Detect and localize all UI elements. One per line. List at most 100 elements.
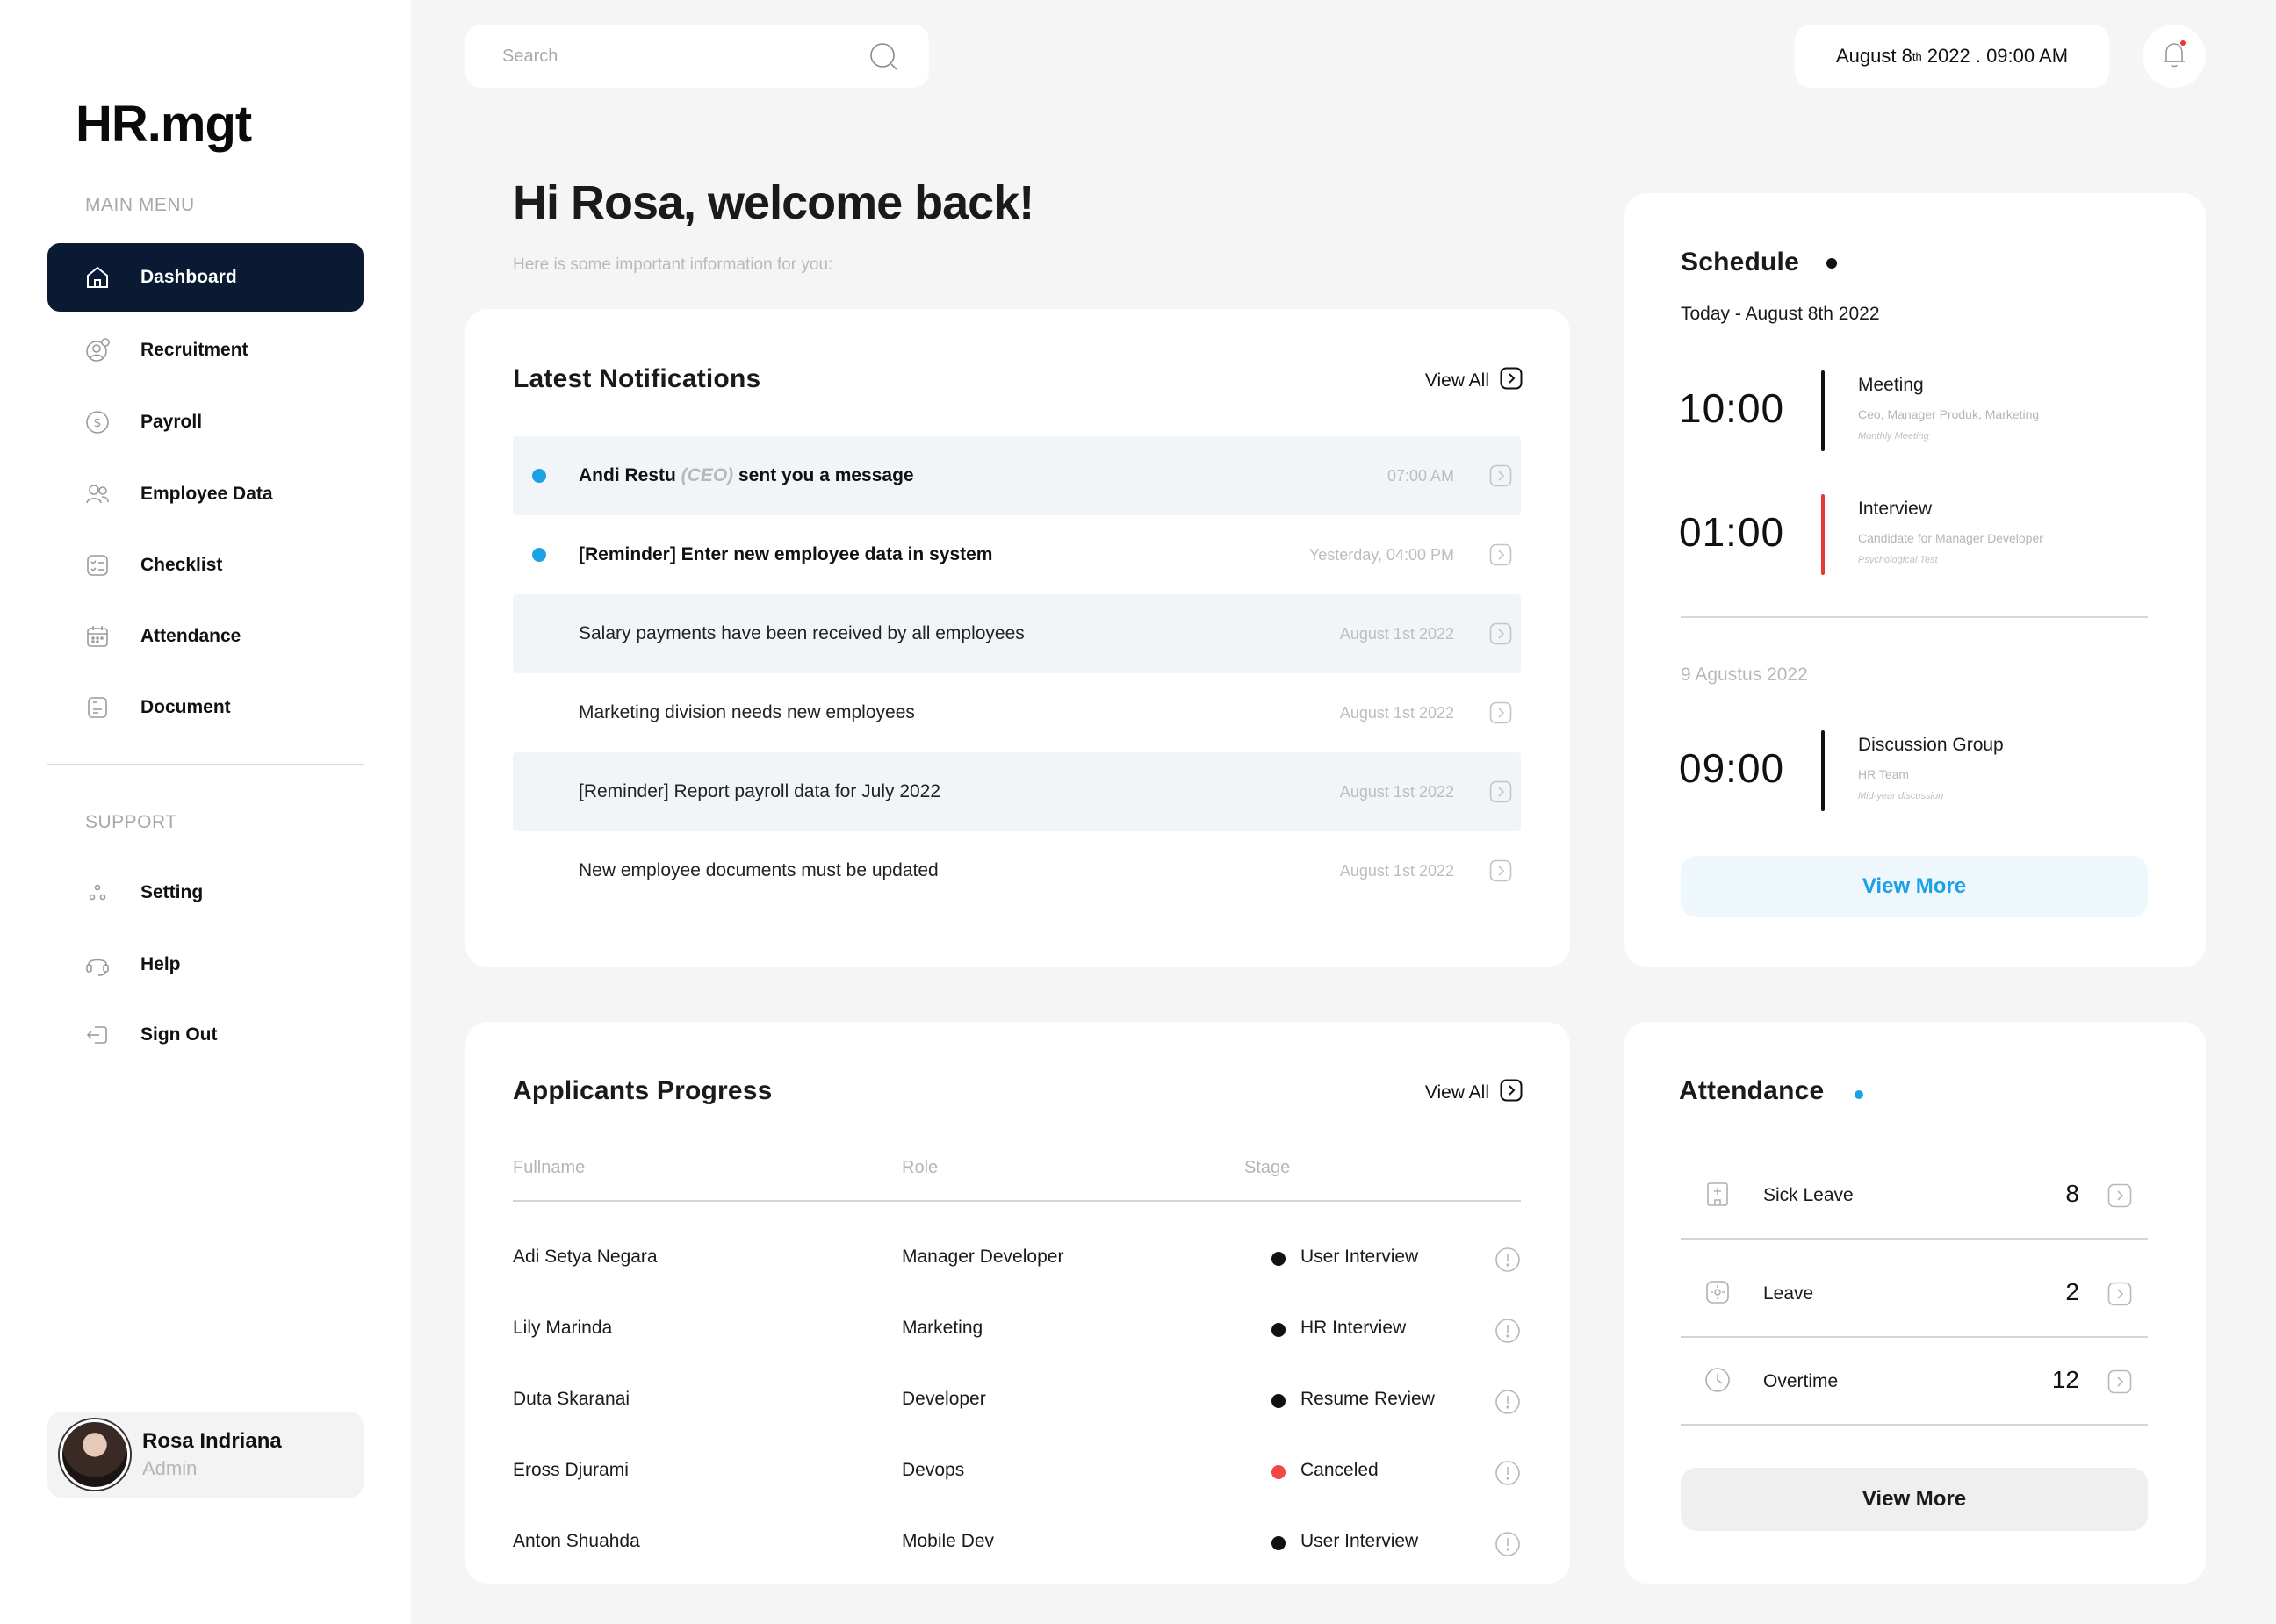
applicants-view-all[interactable]: View All: [1425, 1079, 1523, 1107]
page-title: Hi Rosa, welcome back!: [513, 176, 1034, 229]
sidebar-divider: [47, 764, 364, 765]
chevron-right-icon[interactable]: [1489, 464, 1512, 492]
sidebar-item-help[interactable]: Help: [47, 931, 364, 999]
sidebar-item-document[interactable]: Document: [47, 673, 364, 742]
attendance-row-leave[interactable]: Leave 2: [1681, 1250, 2148, 1338]
notification-item[interactable]: [Reminder] Report payroll data for July …: [513, 752, 1521, 831]
main-menu-caption: MAIN MENU: [85, 195, 195, 215]
applicant-stage: Resume Review: [1300, 1389, 1435, 1409]
attendance-value: 2: [2065, 1278, 2079, 1305]
chevron-right-icon[interactable]: [2107, 1369, 2132, 1398]
notifications-view-all[interactable]: View All: [1425, 367, 1523, 395]
info-icon[interactable]: [1495, 1531, 1521, 1563]
applicants-card: Applicants Progress View All Fullname Ro…: [465, 1022, 1570, 1584]
search-input[interactable]: [502, 46, 854, 67]
sidebar-item-recruitment[interactable]: Recruitment: [47, 316, 364, 384]
profile-name: Rosa Indriana: [142, 1429, 282, 1453]
notification-item[interactable]: Marketing division needs new employees A…: [513, 673, 1521, 752]
applicant-name: Duta Skaranai: [513, 1389, 630, 1409]
notification-text: [Reminder] Enter new employee data in sy…: [579, 544, 993, 564]
info-icon[interactable]: [1495, 1460, 1521, 1491]
notification-time: Yesterday, 04:00 PM: [1308, 545, 1454, 564]
notification-text: Andi Restu (CEO) sent you a message: [579, 465, 914, 485]
view-all-label: View All: [1424, 370, 1489, 391]
attendance-label: Overtime: [1763, 1371, 1839, 1391]
chevron-right-icon: [1500, 1079, 1523, 1107]
sidebar: HR.mgt MAIN MENU Dashboard Recruitment $…: [0, 0, 411, 1624]
attendance-card: Attendance Sick Leave 8 Leave 2 Overtime…: [1624, 1022, 2206, 1584]
notifications-card: Latest Notifications View All Andi Restu…: [465, 309, 1570, 967]
notification-text: Salary payments have been received by al…: [579, 623, 1025, 643]
notification-item[interactable]: Andi Restu (CEO) sent you a message 07:0…: [513, 436, 1521, 515]
notification-time: August 1st 2022: [1339, 782, 1454, 801]
attendance-view-more-button[interactable]: View More: [1681, 1468, 2148, 1531]
table-row[interactable]: Lily Marinda Marketing HR Interview: [513, 1312, 1521, 1347]
chevron-right-icon[interactable]: [1489, 701, 1512, 729]
table-row[interactable]: Duta Skaranai Developer Resume Review: [513, 1383, 1521, 1419]
applicant-stage: HR Interview: [1300, 1318, 1407, 1338]
sidebar-item-attendance[interactable]: Attendance: [47, 602, 364, 671]
user-profile[interactable]: Rosa Indriana Admin: [47, 1412, 364, 1498]
chevron-right-icon[interactable]: [2107, 1183, 2132, 1212]
info-icon[interactable]: [1495, 1318, 1521, 1349]
sidebar-item-payroll[interactable]: $ Payroll: [47, 388, 364, 456]
applicant-role: Manager Developer: [902, 1247, 1064, 1267]
page-subtitle: Here is some important information for y…: [513, 255, 833, 274]
notification-text: Marketing division needs new employees: [579, 702, 915, 722]
event-time: 10:00: [1679, 385, 1785, 431]
attendance-title: Attendance: [1679, 1076, 1825, 1105]
table-row[interactable]: Anton Shuahda Mobile Dev User Interview: [513, 1526, 1521, 1561]
sidebar-item-employee-data[interactable]: Employee Data: [47, 460, 364, 528]
notification-item[interactable]: Salary payments have been received by al…: [513, 594, 1521, 673]
notification-item[interactable]: [Reminder] Enter new employee data in sy…: [513, 515, 1521, 594]
event-bar: [1821, 370, 1825, 451]
attendance-label: Sick Leave: [1763, 1185, 1854, 1205]
home-icon: [83, 262, 112, 292]
chevron-right-icon[interactable]: [1489, 543, 1512, 571]
dollar-icon: $: [83, 407, 112, 437]
chevron-right-icon[interactable]: [2107, 1282, 2132, 1311]
notification-item[interactable]: New employee documents must be updated A…: [513, 831, 1521, 910]
search-icon[interactable]: [869, 42, 899, 76]
chevron-right-icon[interactable]: [1489, 622, 1512, 650]
users-icon: [83, 479, 112, 509]
applicant-role: Developer: [902, 1389, 986, 1409]
sidebar-item-dashboard[interactable]: Dashboard: [47, 243, 364, 312]
info-icon[interactable]: [1495, 1389, 1521, 1420]
applicant-role: Devops: [902, 1460, 965, 1480]
chevron-right-icon[interactable]: [1489, 780, 1512, 808]
attendance-row-sick-leave[interactable]: Sick Leave 8: [1681, 1152, 2148, 1240]
chevron-right-icon[interactable]: [1489, 859, 1512, 887]
sidebar-item-label: Document: [140, 697, 231, 717]
stage-indicator: [1271, 1323, 1286, 1337]
applicant-role: Marketing: [902, 1318, 983, 1338]
table-row[interactable]: Eross Djurami Devops Canceled: [513, 1455, 1521, 1490]
schedule-view-more-button[interactable]: View More: [1681, 856, 2148, 917]
event-title: Meeting: [1858, 375, 1924, 395]
info-icon[interactable]: [1495, 1247, 1521, 1278]
attendance-indicator: [1855, 1090, 1863, 1099]
notification-text: New employee documents must be updated: [579, 860, 939, 880]
sidebar-item-setting[interactable]: Setting: [47, 859, 364, 927]
applicant-stage: Canceled: [1300, 1460, 1379, 1480]
schedule-title: Schedule: [1681, 248, 1799, 277]
date-main: August 8: [1835, 45, 1912, 67]
profile-role: Admin: [142, 1457, 198, 1479]
current-datetime: August 8th 2022 . 09:00 AM: [1795, 25, 2109, 88]
applicant-stage: User Interview: [1300, 1247, 1419, 1267]
notifications-title: Latest Notifications: [513, 364, 761, 393]
document-icon: [83, 693, 112, 722]
attendance-value: 12: [2051, 1366, 2079, 1393]
sidebar-item-label: Recruitment: [140, 340, 248, 360]
attendance-row-overtime[interactable]: Overtime 12: [1681, 1338, 2148, 1426]
sidebar-item-sign-out[interactable]: Sign Out: [47, 1001, 364, 1069]
attendance-label: Leave: [1763, 1283, 1814, 1304]
notification-time: August 1st 2022: [1339, 703, 1454, 722]
view-all-label: View All: [1424, 1082, 1489, 1103]
table-header-divider: [513, 1200, 1521, 1202]
sidebar-item-checklist[interactable]: Checklist: [47, 531, 364, 600]
notifications-button[interactable]: [2143, 25, 2206, 88]
sign-out-icon: [83, 1020, 112, 1050]
table-row[interactable]: Adi Setya Negara Manager Developer User …: [513, 1241, 1521, 1276]
sidebar-item-label: Payroll: [140, 412, 203, 432]
